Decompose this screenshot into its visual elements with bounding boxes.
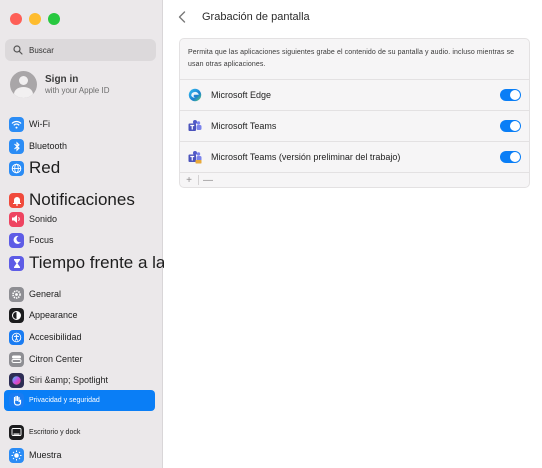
- bell-icon: [9, 192, 24, 208]
- teams-permission-toggle[interactable]: [500, 120, 521, 132]
- sidebar-item-displays[interactable]: Muestra: [9, 446, 62, 464]
- sidebar-item-control-center[interactable]: Citron Center: [9, 350, 83, 368]
- sidebar-item-label: General: [29, 289, 62, 299]
- app-row-microsoft-teams: Microsoft Teams: [180, 111, 529, 141]
- sidebar-item-label: Appearance: [29, 310, 78, 320]
- moon-icon: [9, 232, 24, 248]
- sidebar-item-bluetooth[interactable]: Bluetooth: [9, 137, 67, 155]
- sidebar-item-appearance[interactable]: Appearance: [9, 306, 78, 324]
- search-input[interactable]: [29, 45, 149, 55]
- permission-description: Permita que las aplicaciones siguientes …: [188, 49, 515, 68]
- search-field[interactable]: [5, 39, 156, 61]
- minimize-button[interactable]: [29, 13, 41, 25]
- search-icon: [12, 44, 24, 56]
- sidebar-item-siri-spotlight[interactable]: Siri &amp; Spotlight: [9, 371, 108, 389]
- app-row-microsoft-edge: Microsoft Edge: [180, 80, 529, 110]
- sidebar-item-label: Escritorio y dock: [29, 428, 81, 436]
- signin-title: Sign in: [45, 74, 79, 85]
- divider: [180, 172, 529, 173]
- sidebar-item-label: Notificaciones: [29, 190, 135, 209]
- app-row-microsoft-teams-preview: Microsoft Teams (versión preliminar del …: [180, 142, 529, 172]
- chevron-left-icon: [178, 11, 186, 23]
- close-button[interactable]: [10, 13, 22, 25]
- page-title: Grabación de pantalla: [202, 11, 310, 23]
- teams-icon: [187, 119, 202, 134]
- sidebar-item-notifications[interactable]: Notificaciones: [9, 190, 135, 209]
- app-name: Microsoft Teams (versión preliminar del …: [211, 152, 401, 162]
- sidebar-item-accessibility[interactable]: Accesibilidad: [9, 328, 82, 346]
- signin-subtitle: with your Apple ID: [45, 86, 110, 95]
- sidebar-item-desktop-dock[interactable]: Escritorio y dock: [9, 423, 80, 441]
- gear-icon: [9, 286, 24, 302]
- accessibility-icon: [9, 329, 24, 345]
- sidebar-item-wifi[interactable]: Wi-Fi: [9, 115, 50, 133]
- teams-preview-icon: [187, 150, 202, 165]
- app-name: Microsoft Teams: [211, 121, 277, 131]
- zoom-button[interactable]: [48, 13, 60, 25]
- bluetooth-icon: [9, 138, 24, 154]
- remove-app-button[interactable]: —: [199, 175, 217, 186]
- globe-icon: [9, 160, 24, 176]
- add-remove-controls: + —: [180, 172, 217, 188]
- dock-icon: [9, 424, 24, 440]
- sidebar-item-label: Citron Center: [29, 354, 83, 364]
- main-content: Grabación de pantalla Permita que las ap…: [164, 0, 542, 468]
- sidebar-item-focus[interactable]: Focus: [9, 231, 54, 249]
- hand-icon: [9, 393, 24, 408]
- control-center-icon: [9, 351, 24, 367]
- sidebar-item-label: Sonido: [29, 214, 58, 224]
- sidebar-item-sound[interactable]: Sonido: [9, 210, 57, 228]
- appearance-icon: [9, 307, 24, 323]
- siri-icon: [9, 372, 24, 388]
- sidebar-item-general[interactable]: General: [9, 285, 61, 303]
- sidebar-item-label: Siri &amp; Spotlight: [29, 375, 109, 385]
- apple-id-signin[interactable]: Sign in with your Apple ID: [10, 71, 109, 98]
- sidebar-item-label: Accesibilidad: [29, 332, 82, 342]
- screen-recording-panel: Permita que las aplicaciones siguientes …: [179, 38, 530, 188]
- window-controls: [10, 13, 60, 25]
- edge-icon: [187, 88, 202, 103]
- sidebar-item-privacy-security[interactable]: Privacidad y seguridad: [4, 390, 155, 411]
- wifi-icon: [9, 116, 24, 132]
- app-name: Microsoft Edge: [211, 90, 272, 100]
- page-header: Grabación de pantalla: [178, 10, 310, 24]
- avatar: [10, 71, 37, 98]
- sidebar-item-network[interactable]: Red: [9, 158, 61, 177]
- sidebar-item-label: Privacidad y seguridad: [29, 397, 100, 404]
- back-button[interactable]: [178, 10, 190, 24]
- add-app-button[interactable]: +: [180, 175, 198, 186]
- sidebar-item-label: Focus: [29, 235, 54, 245]
- sidebar-item-label: Bluetooth: [29, 141, 68, 151]
- teams-preview-permission-toggle[interactable]: [500, 151, 521, 163]
- sidebar-item-label: Red: [29, 158, 61, 177]
- sidebar-item-label: Muestra: [29, 450, 62, 460]
- sidebar: Sign in with your Apple ID Wi-Fi Bluetoo…: [0, 0, 230, 468]
- hourglass-icon: [9, 255, 24, 271]
- speaker-icon: [9, 211, 24, 227]
- edge-permission-toggle[interactable]: [500, 89, 521, 101]
- sidebar-item-label: Wi-Fi: [29, 119, 50, 129]
- display-icon: [9, 447, 24, 463]
